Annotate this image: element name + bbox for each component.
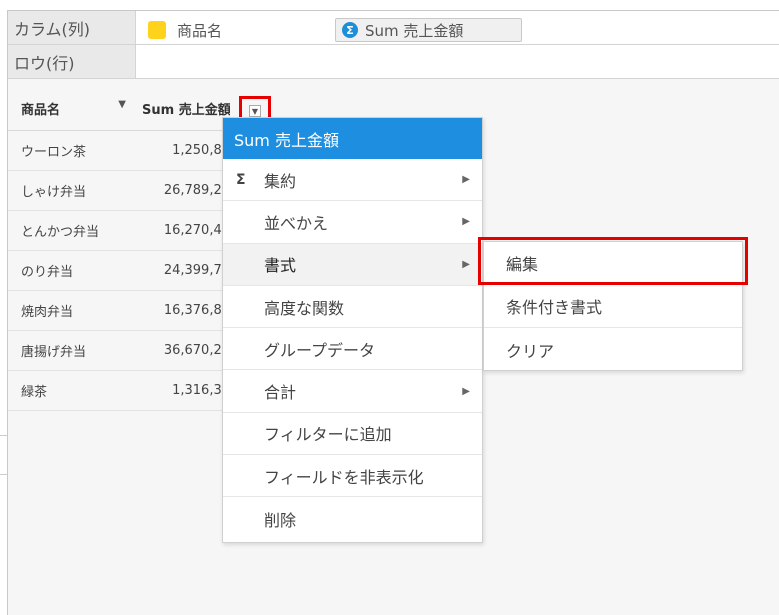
format-submenu: 編集 条件付き書式 クリア bbox=[483, 241, 743, 371]
menu-item-label: フィールドを非表示化 bbox=[264, 467, 424, 487]
context-menu: Sum 売上金額 Σ 集約 ▶ 並べかえ ▶ 書式 ▶ 高度な関数 グループデー… bbox=[222, 117, 483, 543]
submenu-arrow-icon: ▶ bbox=[462, 258, 470, 270]
menu-header: Sum 売上金額 bbox=[223, 118, 482, 159]
rows-shelf: ロウ(行) bbox=[8, 45, 779, 79]
row-value: 24,399,76 bbox=[163, 263, 230, 278]
row-value: 1,316,30 bbox=[172, 383, 230, 398]
columns-shelf-label: カラム(列) bbox=[8, 11, 136, 44]
submenu-item-clear[interactable]: クリア bbox=[484, 328, 742, 371]
menu-item-label: 高度な関数 bbox=[264, 298, 345, 318]
sigma-icon: Σ bbox=[236, 171, 246, 188]
header-product-name[interactable]: 商品名 ▼ bbox=[8, 99, 136, 118]
header-sales[interactable]: Sum 売上金額 bbox=[136, 99, 230, 118]
menu-item-hide-field[interactable]: フィールドを非表示化 bbox=[223, 455, 482, 498]
table-row: しゃけ弁当 26,789,28 bbox=[8, 171, 230, 211]
row-name: 唐揚げ弁当 bbox=[21, 345, 87, 360]
row-name: のり弁当 bbox=[21, 265, 74, 280]
menu-item-label: 削除 bbox=[264, 510, 297, 530]
menu-item-total[interactable]: 合計 ▶ bbox=[223, 370, 482, 413]
dimension-pill[interactable]: 商品名 bbox=[148, 18, 222, 42]
measure-pill-label: Sum 売上金額 bbox=[365, 21, 464, 40]
menu-item-label: フィルターに追加 bbox=[264, 425, 392, 445]
sort-menu-icon[interactable]: ▼ bbox=[118, 99, 126, 118]
rows-shelf-label: ロウ(行) bbox=[8, 45, 136, 78]
table-row: ウーロン茶 1,250,80 bbox=[8, 131, 230, 171]
menu-item-label: 並べかえ bbox=[264, 213, 329, 233]
row-name: 焼肉弁当 bbox=[21, 305, 74, 320]
menu-item-aggregate[interactable]: Σ 集約 ▶ bbox=[223, 159, 482, 202]
data-grid: 商品名 ▼ Sum 売上金額 ウーロン茶 1,250,80 しゃけ弁当 26,789… bbox=[8, 87, 230, 411]
row-value: 36,670,20 bbox=[163, 343, 230, 358]
menu-item-add-to-filter[interactable]: フィルターに追加 bbox=[223, 413, 482, 456]
submenu-arrow-icon: ▶ bbox=[462, 216, 470, 228]
left-edge-divider bbox=[0, 435, 7, 475]
submenu-item-conditional-format[interactable]: 条件付き書式 bbox=[484, 285, 742, 328]
row-value: 26,789,28 bbox=[163, 183, 230, 198]
row-name: とんかつ弁当 bbox=[21, 225, 100, 240]
menu-item-advanced-functions[interactable]: 高度な関数 bbox=[223, 286, 482, 329]
row-name: ウーロン茶 bbox=[21, 145, 87, 160]
header-product-label: 商品名 bbox=[21, 103, 61, 118]
table-row: 唐揚げ弁当 36,670,20 bbox=[8, 331, 230, 371]
sigma-icon: Σ bbox=[342, 22, 358, 38]
menu-item-label: グループデータ bbox=[264, 340, 376, 360]
menu-item-sort[interactable]: 並べかえ ▶ bbox=[223, 201, 482, 244]
row-name: しゃけ弁当 bbox=[21, 185, 87, 200]
menu-item-delete[interactable]: 削除 bbox=[223, 497, 482, 539]
table-row: 緑茶 1,316,30 bbox=[8, 371, 230, 411]
table-row: とんかつ弁当 16,270,46 bbox=[8, 211, 230, 251]
dimension-pill-label: 商品名 bbox=[177, 21, 223, 40]
dimension-icon bbox=[148, 21, 166, 39]
submenu-arrow-icon: ▶ bbox=[462, 385, 470, 397]
menu-item-group-data[interactable]: グループデータ bbox=[223, 328, 482, 371]
row-value: 1,250,80 bbox=[172, 143, 230, 158]
row-value: 16,376,85 bbox=[163, 303, 230, 318]
measure-pill[interactable]: Σ Sum 売上金額 bbox=[335, 18, 522, 42]
columns-shelf: カラム(列) 商品名 Σ Sum 売上金額 bbox=[8, 11, 779, 45]
menu-item-label: 合計 bbox=[264, 383, 297, 403]
table-row: のり弁当 24,399,76 bbox=[8, 251, 230, 291]
menu-item-format[interactable]: 書式 ▶ bbox=[223, 243, 482, 286]
submenu-item-edit[interactable]: 編集 bbox=[484, 242, 742, 285]
row-name: 緑茶 bbox=[21, 385, 48, 400]
menu-item-label: 書式 bbox=[264, 256, 297, 276]
row-value: 16,270,46 bbox=[163, 223, 230, 238]
grid-header: 商品名 ▼ Sum 売上金額 bbox=[8, 87, 230, 131]
menu-item-label: 集約 bbox=[264, 171, 297, 191]
submenu-arrow-icon: ▶ bbox=[462, 174, 470, 186]
dropdown-triangle-icon[interactable]: ▼ bbox=[249, 105, 261, 117]
table-row: 焼肉弁当 16,376,85 bbox=[8, 291, 230, 331]
